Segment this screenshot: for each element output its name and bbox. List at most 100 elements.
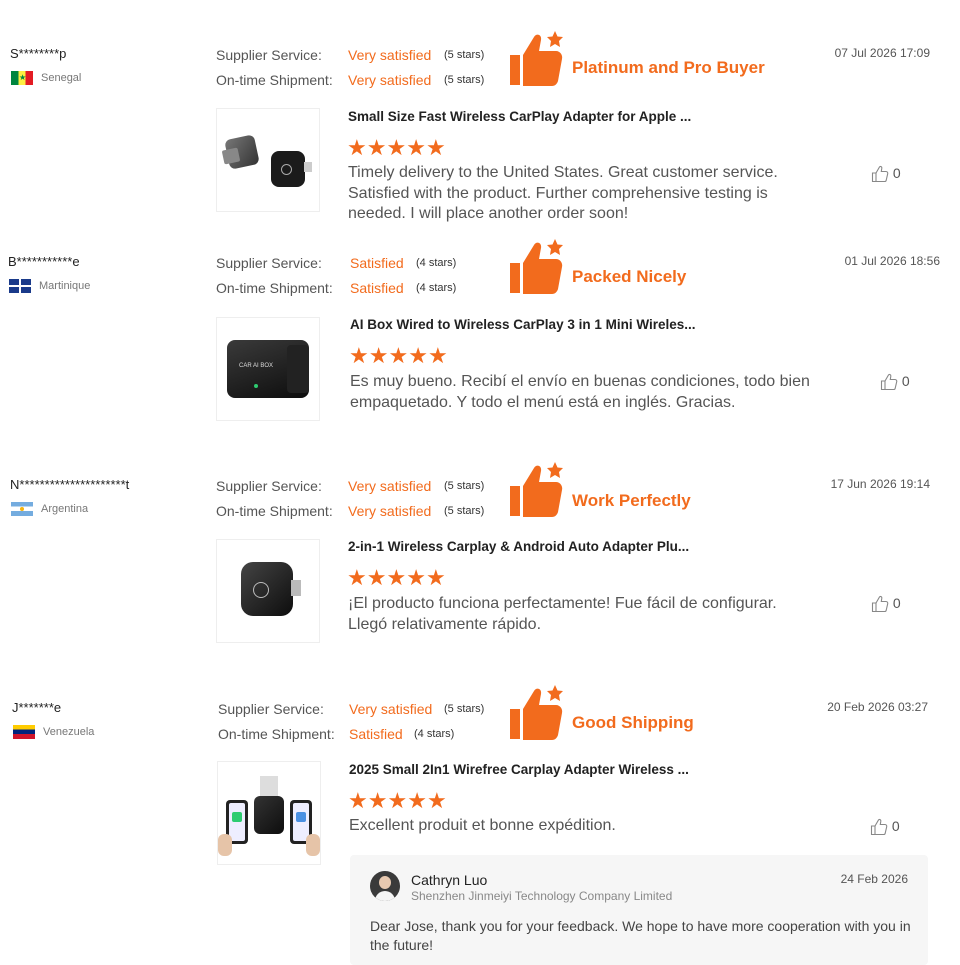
seller-avatar [370, 871, 400, 901]
reply-date: 24 Feb 2026 [840, 872, 908, 886]
rating-star-icon: ★ [386, 565, 407, 590]
review-date: 20 Feb 2026 03:27 [827, 700, 928, 714]
review-item: S********p ★ Senegal Supplier Service: Very … [0, 31, 960, 265]
review-text: Excellent produit et bonne expédition. [349, 817, 616, 834]
review-date: 07 Jul 2026 17:09 [834, 46, 930, 60]
thumbs-up-star-icon [508, 239, 566, 295]
country-name: Venezuela [43, 725, 95, 738]
shipment-label: On-time Shipment: [216, 503, 333, 519]
shipment-stars: (4 stars) [416, 282, 457, 294]
rating-star-icon: ★ [426, 788, 447, 813]
review-list: S********p ★ Senegal Supplier Service: Very … [0, 0, 960, 960]
product-title-link[interactable]: Small Size Fast Wireless CarPlay Adapter… [348, 109, 691, 124]
seller-name: Cathryn Luo [411, 872, 488, 888]
rating-star-icon: ★ [348, 788, 368, 813]
shipment-value: Very satisfied [348, 503, 432, 519]
rating-star-icon: ★ [388, 343, 409, 368]
rating-stars: ★★★★★ [349, 343, 448, 369]
shipment-label: On-time Shipment: [216, 72, 333, 88]
like-count: 0 [891, 818, 900, 834]
supplier-service-value: Satisfied [350, 255, 404, 271]
like-button[interactable]: 0 [870, 818, 900, 836]
review-text: ¡El producto funciona perfectamente! Fue… [348, 595, 777, 633]
shipment-stars: (5 stars) [444, 74, 485, 86]
buyer-country: ★ Senegal [11, 71, 81, 85]
reply-text: Dear Jose, thank you for your feedback. … [370, 918, 911, 953]
product-image[interactable] [217, 761, 321, 865]
senegal-flag-icon: ★ [11, 71, 33, 85]
supplier-service-stars: (5 stars) [444, 480, 485, 492]
thumbs-up-outline-icon [870, 818, 888, 836]
supplier-service-value: Very satisfied [349, 701, 433, 717]
product-image[interactable] [216, 539, 320, 643]
rating-star-icon: ★ [347, 565, 367, 590]
supplier-service-label: Supplier Service: [216, 255, 322, 271]
supplier-service-label: Supplier Service: [218, 701, 324, 717]
like-button[interactable]: 0 [871, 165, 901, 183]
shipment-label: On-time Shipment: [218, 726, 335, 742]
thumbs-up-star-icon [508, 462, 566, 518]
country-name: Argentina [41, 502, 89, 515]
product-image-label: CAR AI BOX [239, 363, 274, 369]
rating-star-icon: ★ [366, 135, 387, 160]
product-title-link[interactable]: 2025 Small 2In1 Wirefree Carplay Adapter… [349, 762, 689, 777]
country-name: Senegal [41, 71, 82, 84]
buyer-name: B***********e [8, 254, 80, 269]
product-title-link[interactable]: 2-in-1 Wireless Carplay & Android Auto A… [348, 539, 689, 554]
thumbs-up-outline-icon [871, 165, 889, 183]
review-tag: Good Shipping [572, 713, 694, 732]
review-text: Timely delivery to the United States. Gr… [348, 164, 778, 222]
rating-star-icon: ★ [349, 343, 369, 368]
seller-reply: Cathryn Luo Shenzhen Jinmeiyi Technology… [350, 855, 928, 965]
supplier-service-value: Very satisfied [348, 47, 432, 63]
product-image[interactable]: CAR AI BOX [216, 317, 320, 421]
rating-star-icon: ★ [406, 135, 426, 160]
buyer-country: Martinique [9, 279, 90, 293]
thumbs-up-outline-icon [880, 373, 898, 391]
venezuela-flag-icon [13, 725, 35, 739]
country-name: Martinique [39, 279, 91, 292]
buyer-country: Argentina [11, 502, 88, 516]
buyer-name: S********p [10, 46, 67, 61]
rating-star-icon: ★ [406, 565, 426, 590]
shipment-value: Satisfied [350, 280, 404, 296]
buyer-name: N*********************t [10, 477, 130, 492]
supplier-service-label: Supplier Service: [216, 478, 322, 494]
product-image[interactable] [216, 108, 320, 212]
like-button[interactable]: 0 [880, 373, 910, 391]
seller-company: Shenzhen Jinmeiyi Technology Company Lim… [411, 889, 673, 903]
thumbs-up-star-icon [508, 31, 566, 87]
shipment-label: On-time Shipment: [216, 280, 333, 296]
rating-star-icon: ★ [425, 565, 446, 590]
product-title-link[interactable]: AI Box Wired to Wireless CarPlay 3 in 1 … [350, 317, 696, 332]
rating-star-icon: ★ [347, 135, 367, 160]
review-tag: Work Perfectly [572, 491, 691, 510]
rating-star-icon: ★ [368, 343, 389, 368]
review-tag: Platinum and Pro Buyer [572, 58, 765, 77]
thumbs-up-star-icon [508, 685, 566, 741]
supplier-service-stars: (5 stars) [444, 49, 485, 61]
rating-star-icon: ★ [386, 135, 407, 160]
like-count: 0 [892, 595, 901, 611]
shipment-value: Satisfied [349, 726, 403, 742]
supplier-service-stars: (5 stars) [444, 703, 485, 715]
like-button[interactable]: 0 [871, 595, 901, 613]
rating-star-icon: ★ [366, 565, 387, 590]
review-date: 17 Jun 2026 19:14 [830, 477, 930, 491]
argentina-flag-icon [11, 502, 33, 516]
rating-star-icon: ★ [387, 788, 408, 813]
thumbs-up-outline-icon [871, 595, 889, 613]
buyer-name: J*******e [12, 700, 62, 715]
shipment-value: Very satisfied [348, 72, 432, 88]
review-tag: Packed Nicely [572, 267, 687, 286]
like-count: 0 [901, 373, 910, 389]
rating-star-icon: ★ [407, 788, 427, 813]
rating-star-icon: ★ [427, 343, 448, 368]
review-item: N*********************t Argentina Supplier… [0, 462, 960, 696]
supplier-service-value: Very satisfied [348, 478, 432, 494]
supplier-service-stars: (4 stars) [416, 257, 457, 269]
like-count: 0 [892, 165, 901, 181]
rating-stars: ★★★★★ [347, 565, 446, 591]
rating-star-icon: ★ [425, 135, 446, 160]
review-text: Es muy bueno. Recibí el envío en buenas … [350, 373, 810, 411]
